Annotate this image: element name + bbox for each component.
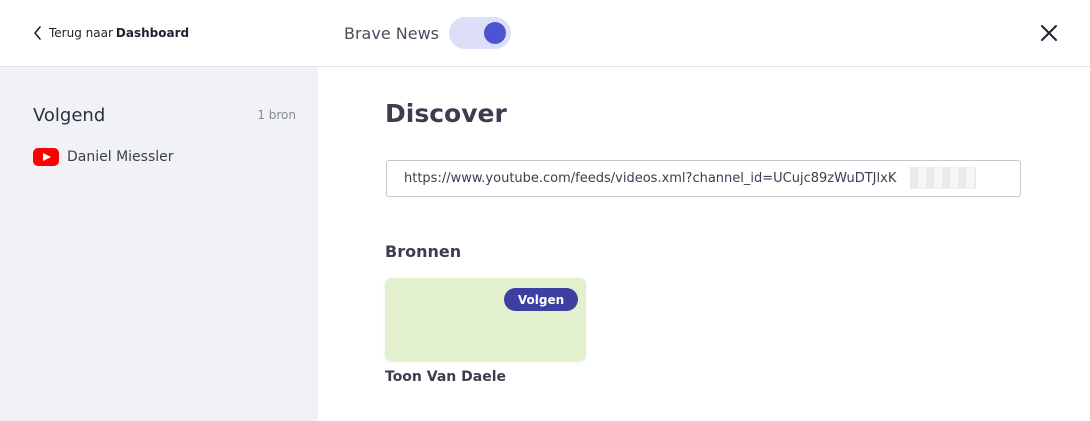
discover-panel: Discover Bronnen Volgen Toon Van Daele xyxy=(318,67,1090,421)
brave-news-toggle[interactable] xyxy=(449,17,511,49)
follow-button[interactable]: Volgen xyxy=(504,288,578,311)
chevron-left-icon xyxy=(34,26,41,40)
close-icon[interactable] xyxy=(1037,21,1061,45)
toggle-knob xyxy=(484,22,506,44)
following-item-label: Daniel Miessler xyxy=(67,149,174,165)
back-link-prefix: Terug naar xyxy=(49,26,113,40)
brave-news-dialog: Terug naar Dashboard Brave News Volgend … xyxy=(0,0,1090,421)
following-count: 1 bron xyxy=(257,108,296,122)
discover-title: Discover xyxy=(385,99,507,128)
brave-news-toggle-label: Brave News xyxy=(344,23,439,43)
following-title: Volgend xyxy=(33,105,106,126)
sources-heading: Bronnen xyxy=(385,242,462,261)
source-card[interactable]: Volgen xyxy=(385,278,586,361)
source-name: Toon Van Daele xyxy=(385,369,506,385)
following-sidebar: Volgend 1 bron Daniel Miessler xyxy=(0,67,318,421)
feed-url-input[interactable] xyxy=(386,160,1021,197)
dialog-header: Terug naar Dashboard Brave News xyxy=(0,0,1090,67)
youtube-icon xyxy=(33,148,59,166)
back-link-target: Dashboard xyxy=(115,26,190,40)
back-to-dashboard-link[interactable]: Terug naar Dashboard xyxy=(33,24,189,42)
following-item[interactable]: Daniel Miessler xyxy=(33,148,174,166)
brave-news-toggle-group: Brave News xyxy=(344,17,511,49)
